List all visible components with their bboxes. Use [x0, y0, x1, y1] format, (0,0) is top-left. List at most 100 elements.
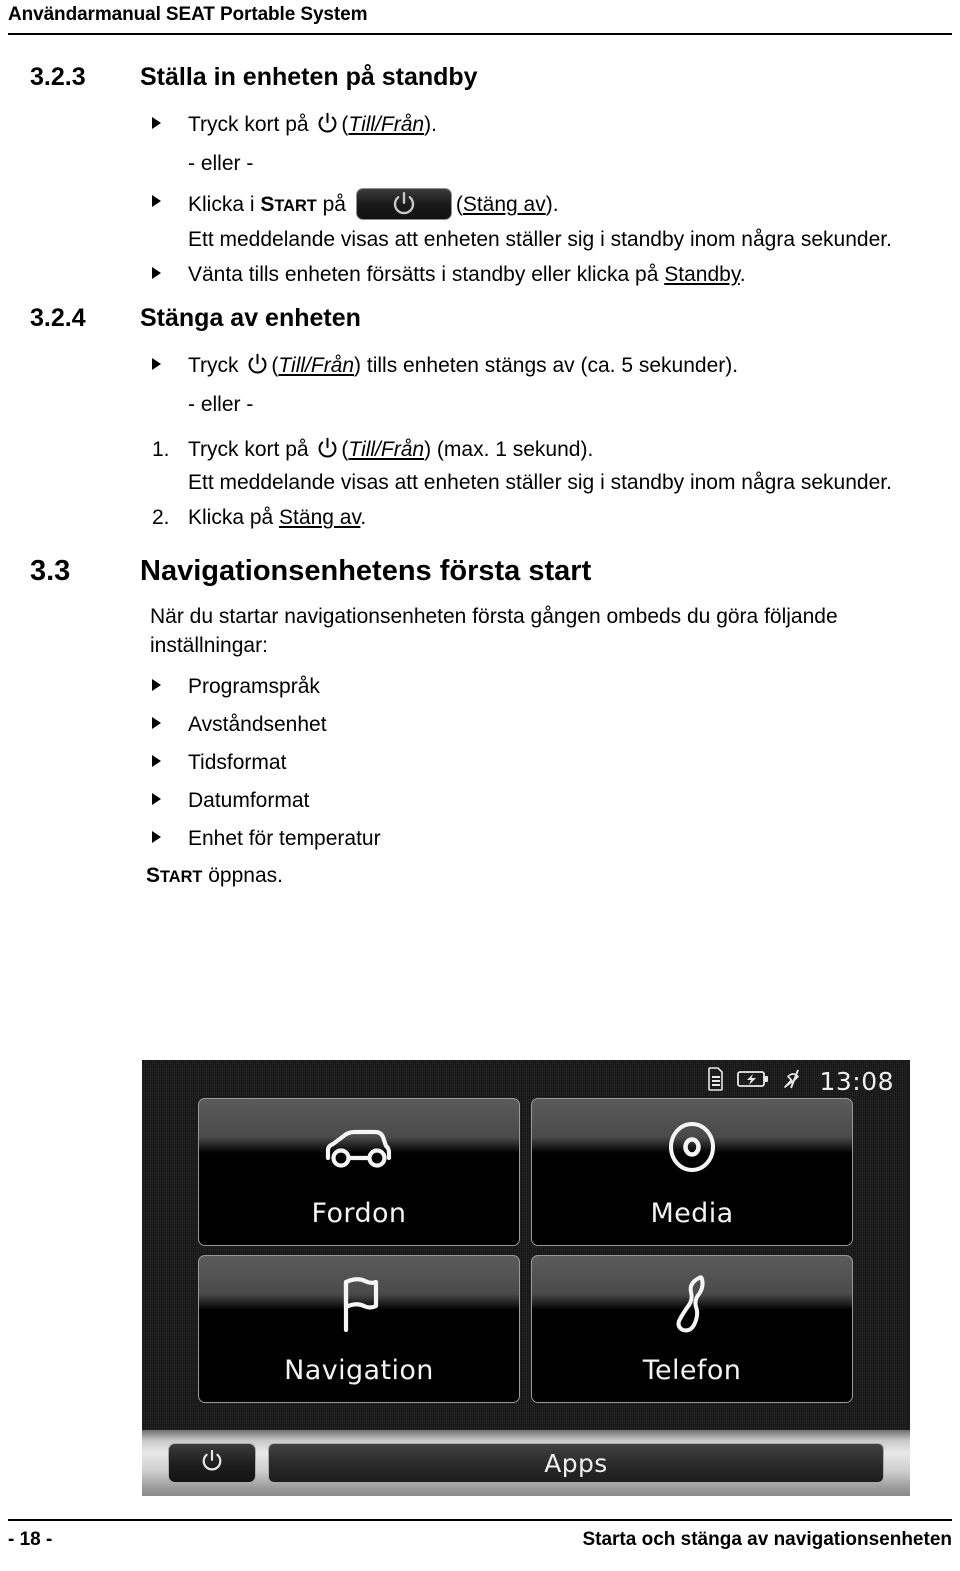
instruction-text: Klicka i — [188, 193, 261, 216]
bullet-marker — [146, 110, 188, 139]
sentence-end: . — [739, 263, 746, 286]
standby-link[interactable]: Standby — [664, 263, 740, 286]
section-number: 3.2.3 — [30, 63, 86, 91]
device-bottom-bar: Apps — [142, 1430, 910, 1496]
tile-navigation[interactable]: Navigation — [198, 1255, 520, 1403]
bullet-marker — [146, 351, 188, 380]
page-number: - 18 - — [8, 1529, 53, 1550]
till-fran-link[interactable]: Till/Från — [348, 113, 424, 136]
start-menu-label: START — [146, 864, 203, 887]
list-item-text: Tryck kort på (Till/Från). — [188, 110, 960, 139]
bullet-marker — [146, 672, 188, 701]
instruction-text: Tryck — [188, 354, 245, 377]
instruction-text: Tryck kort på — [188, 438, 315, 461]
start-opens-rest: öppnas. — [202, 864, 283, 887]
paren-open: ( — [455, 193, 463, 216]
tile-telefon[interactable]: Telefon — [531, 1255, 853, 1403]
list-item: Enhet för temperatur — [146, 824, 960, 853]
power-icon — [200, 1449, 224, 1478]
bullet-marker — [146, 748, 188, 777]
sd-card-icon — [708, 1066, 724, 1096]
triangle-bullet-icon — [152, 267, 161, 279]
section-title: Ställa in enheten på standby — [140, 63, 478, 91]
bullet-marker — [146, 786, 188, 815]
footer-divider — [8, 1519, 952, 1521]
instruction-text: Klicka på — [188, 506, 280, 529]
bullet-marker — [146, 824, 188, 853]
till-fran-link[interactable]: Till/Från — [348, 438, 424, 461]
tile-fordon[interactable]: Fordon — [198, 1098, 520, 1246]
instruction-text: Tryck kort på — [188, 113, 315, 136]
tile-label: Telefon — [642, 1355, 742, 1386]
page-header: Användarmanual SEAT Portable System — [0, 0, 960, 44]
numbered-step: 2. Klicka på Stäng av. — [146, 503, 960, 532]
list-item-text: Tidsformat — [188, 751, 287, 774]
bullet-marker — [146, 260, 188, 289]
alternative-separator: - eller - — [188, 393, 254, 416]
paren-close: ) (max. 1 sekund). — [424, 438, 594, 461]
triangle-bullet-icon — [152, 717, 161, 729]
paren-close: ). — [545, 193, 559, 216]
list-item-text: Avståndsenhet — [188, 713, 327, 736]
device-apps-button[interactable]: Apps — [268, 1443, 884, 1483]
list-item: Tryck kort på (Till/Från). — [146, 110, 960, 139]
apps-label: Apps — [544, 1448, 608, 1478]
section-heading-3-2-4: 3.2.4 Stänga av enheten — [0, 303, 960, 333]
section-title: Stänga av enheten — [140, 304, 361, 332]
stang-av-link[interactable]: Stäng av — [279, 506, 360, 529]
instruction-text-mid: på — [316, 193, 352, 216]
first-start-intro: När du startar navigationsenheten första… — [150, 605, 838, 657]
paren-close: ) tills enheten stängs av (ca. 5 sekunde… — [354, 354, 739, 377]
standby-note: Ett meddelande visas att enheten ställer… — [188, 228, 892, 251]
device-tile-grid: Fordon Media Navigation Telefon — [198, 1098, 854, 1403]
section-number: 3.2.4 — [30, 304, 86, 332]
list-item: Datumformat — [146, 786, 960, 815]
section-heading-3-2-3: 3.2.3 Ställa in enheten på standby — [0, 62, 960, 92]
section-title: Navigationsenhetens första start — [140, 555, 592, 587]
device-screenshot: 13:08 Fordon Media Navigation Telefon Ap… — [142, 1060, 910, 1496]
triangle-bullet-icon — [152, 831, 161, 843]
device-status-bar: 13:08 — [708, 1066, 894, 1096]
list-item: Programspråk — [146, 672, 960, 701]
power-icon — [316, 112, 339, 135]
footer-chapter: Starta och stänga av navigationsenheten — [582, 1529, 952, 1550]
till-fran-link[interactable]: Till/Från — [278, 354, 354, 377]
tile-label: Fordon — [311, 1198, 407, 1229]
list-item-text: Enhet för temperatur — [188, 827, 381, 850]
header-divider — [8, 33, 952, 35]
list-item-text: Vänta tills enheten försätts i standby e… — [188, 260, 960, 289]
start-menu-label: START — [260, 193, 317, 216]
manual-title: Användarmanual SEAT Portable System — [8, 4, 368, 25]
triangle-bullet-icon — [152, 358, 161, 370]
list-item: Avståndsenhet — [146, 710, 960, 739]
triangle-bullet-icon — [152, 793, 161, 805]
list-item: Tidsformat — [146, 748, 960, 777]
section-heading-3-3: 3.3 Navigationsenhetens första start — [0, 554, 960, 588]
triangle-bullet-icon — [152, 755, 161, 767]
step-number: 2. — [152, 506, 170, 529]
list-item: Tryck (Till/Från) tills enheten stängs a… — [146, 351, 960, 380]
list-item-text: Klicka i START på (Stäng av). — [188, 188, 960, 221]
step-text: Tryck kort på (Till/Från) (max. 1 sekund… — [188, 435, 960, 464]
tile-media[interactable]: Media — [531, 1098, 853, 1246]
step-number: 1. — [152, 438, 170, 461]
standby-note: Ett meddelande visas att enheten ställer… — [188, 471, 892, 494]
device-power-button[interactable] — [168, 1443, 256, 1483]
alternative-separator: - eller - — [188, 152, 254, 175]
paren-close: ). — [424, 113, 437, 136]
power-off-button[interactable] — [355, 188, 452, 220]
triangle-bullet-icon — [152, 117, 161, 129]
list-item-text: Tryck (Till/Från) tills enheten stängs a… — [188, 351, 960, 380]
start-opens-note: START öppnas. — [146, 861, 960, 892]
step-text: Klicka på Stäng av. — [188, 503, 960, 532]
list-item-text: Programspråk — [188, 675, 320, 698]
list-item-text: Datumformat — [188, 789, 310, 812]
section-number: 3.3 — [30, 555, 71, 587]
list-item: Vänta tills enheten försätts i standby e… — [146, 260, 960, 289]
stang-av-link[interactable]: Stäng av — [463, 193, 546, 216]
list-item: Klicka i START på (Stäng av). — [146, 188, 960, 221]
power-icon — [316, 437, 339, 460]
disc-icon — [650, 1111, 734, 1183]
triangle-bullet-icon — [152, 195, 161, 207]
instruction-text: Vänta tills enheten försätts i standby e… — [188, 263, 665, 286]
